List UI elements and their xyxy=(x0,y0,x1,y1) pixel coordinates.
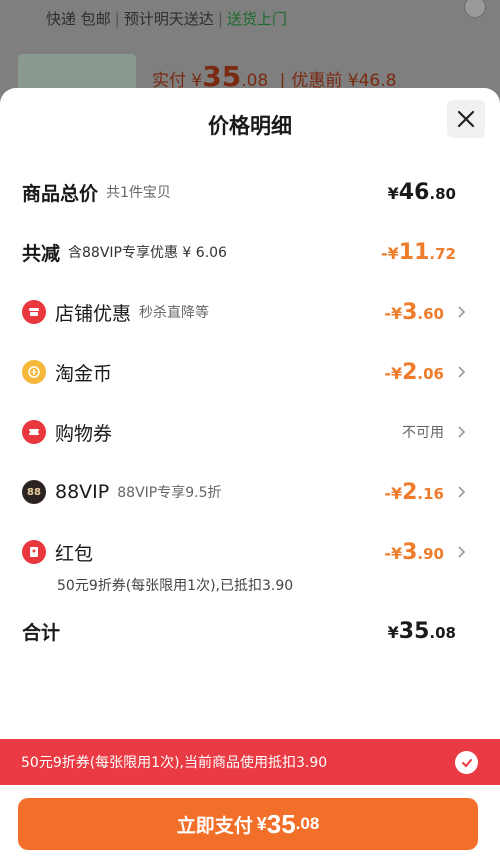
voucher-label: 购物券 xyxy=(55,422,113,445)
sum-label: 合计 xyxy=(22,621,61,644)
row-sum: 合计 ¥35.08 xyxy=(22,616,478,646)
row-total-reduce: 共减 含88VIP专享优惠 ¥ 6.06 -¥11.72 xyxy=(22,237,478,267)
shop-discount-sub: 秒杀直降等 xyxy=(139,305,210,321)
shop-icon xyxy=(22,300,46,324)
shipping-door: 送货上门 xyxy=(226,10,287,28)
close-button[interactable] xyxy=(447,100,485,138)
close-icon xyxy=(457,110,475,128)
background-page: 快递 包邮 | 预计明天送达 | 送货上门 实付 ¥35.08 | 优惠前 ¥46.8 xyxy=(0,0,500,100)
background-corner-icon xyxy=(464,0,486,18)
red-packet-label: 红包 xyxy=(55,542,94,565)
shipping-eta: 预计明天送达 xyxy=(123,10,214,28)
sum-amount: ¥35.08 xyxy=(387,618,456,644)
red-packet-note: 50元9折券(每张限用1次),已抵扣3.90 xyxy=(57,578,294,594)
vip-label: 88VIP xyxy=(55,481,110,503)
price-detail-sheet: 价格明细 商品总价 共1件宝贝 ¥46.80 共减 含88VIP专享优惠 ¥ 6… xyxy=(0,88,500,857)
shipping-info: 快递 包邮 | 预计明天送达 | 送货上门 xyxy=(46,10,287,28)
row-88vip[interactable]: 88 88VIP 88VIP专享9.5折 -¥2.16 xyxy=(22,477,478,507)
shop-discount-amount: -¥3.60 xyxy=(384,299,444,325)
coupon-banner-text: 50元9折券(每张限用1次),当前商品使用抵扣3.90 xyxy=(21,755,328,771)
total-reduce-amount: -¥11.72 xyxy=(381,239,456,265)
shop-discount-label: 店铺优惠 xyxy=(55,302,132,325)
row-red-packet[interactable]: 红包 -¥3.90 xyxy=(22,537,478,567)
row-shop-discount[interactable]: 店铺优惠 秒杀直降等 -¥3.60 xyxy=(22,297,478,327)
check-icon[interactable] xyxy=(455,751,478,774)
chevron-right-icon xyxy=(458,306,466,318)
row-voucher[interactable]: 购物券 不可用 xyxy=(22,417,478,447)
pay-dec: .08 xyxy=(295,814,320,833)
red-packet-amount: -¥3.90 xyxy=(384,539,444,565)
coin-icon xyxy=(22,360,46,384)
total-reduce-sub: 含88VIP专享优惠 ¥ 6.06 xyxy=(68,245,227,261)
shipping-free: 快递 包邮 xyxy=(46,10,111,28)
sheet-title: 价格明细 xyxy=(208,114,292,138)
coin-amount: -¥2.06 xyxy=(384,359,444,385)
chevron-right-icon xyxy=(458,426,466,438)
pay-now-button[interactable]: 立即支付 ¥35.08 xyxy=(18,798,478,850)
total-price-sub: 共1件宝贝 xyxy=(106,185,171,201)
pay-currency: ¥ xyxy=(256,813,267,834)
red-packet-icon xyxy=(22,540,46,564)
total-reduce-label: 共减 xyxy=(22,242,61,265)
vip-badge-icon: 88 xyxy=(22,480,46,504)
vip-sub: 88VIP专享9.5折 xyxy=(117,485,222,501)
total-price-amount: ¥46.80 xyxy=(387,179,456,205)
chevron-right-icon xyxy=(458,546,466,558)
pay-int: 35 xyxy=(266,808,296,839)
row-coin[interactable]: 淘金币 -¥2.06 xyxy=(22,357,478,387)
pay-label: 立即支付 xyxy=(176,815,253,837)
row-total-price: 商品总价 共1件宝贝 ¥46.80 xyxy=(22,177,478,207)
coin-label: 淘金币 xyxy=(55,362,113,385)
total-price-label: 商品总价 xyxy=(22,182,99,205)
voucher-status: 不可用 xyxy=(402,425,444,441)
coupon-banner[interactable]: 50元9折券(每张限用1次),当前商品使用抵扣3.90 xyxy=(0,739,500,785)
chevron-right-icon xyxy=(458,486,466,498)
ticket-icon xyxy=(22,420,46,444)
vip-amount: -¥2.16 xyxy=(384,479,444,505)
chevron-right-icon xyxy=(458,366,466,378)
